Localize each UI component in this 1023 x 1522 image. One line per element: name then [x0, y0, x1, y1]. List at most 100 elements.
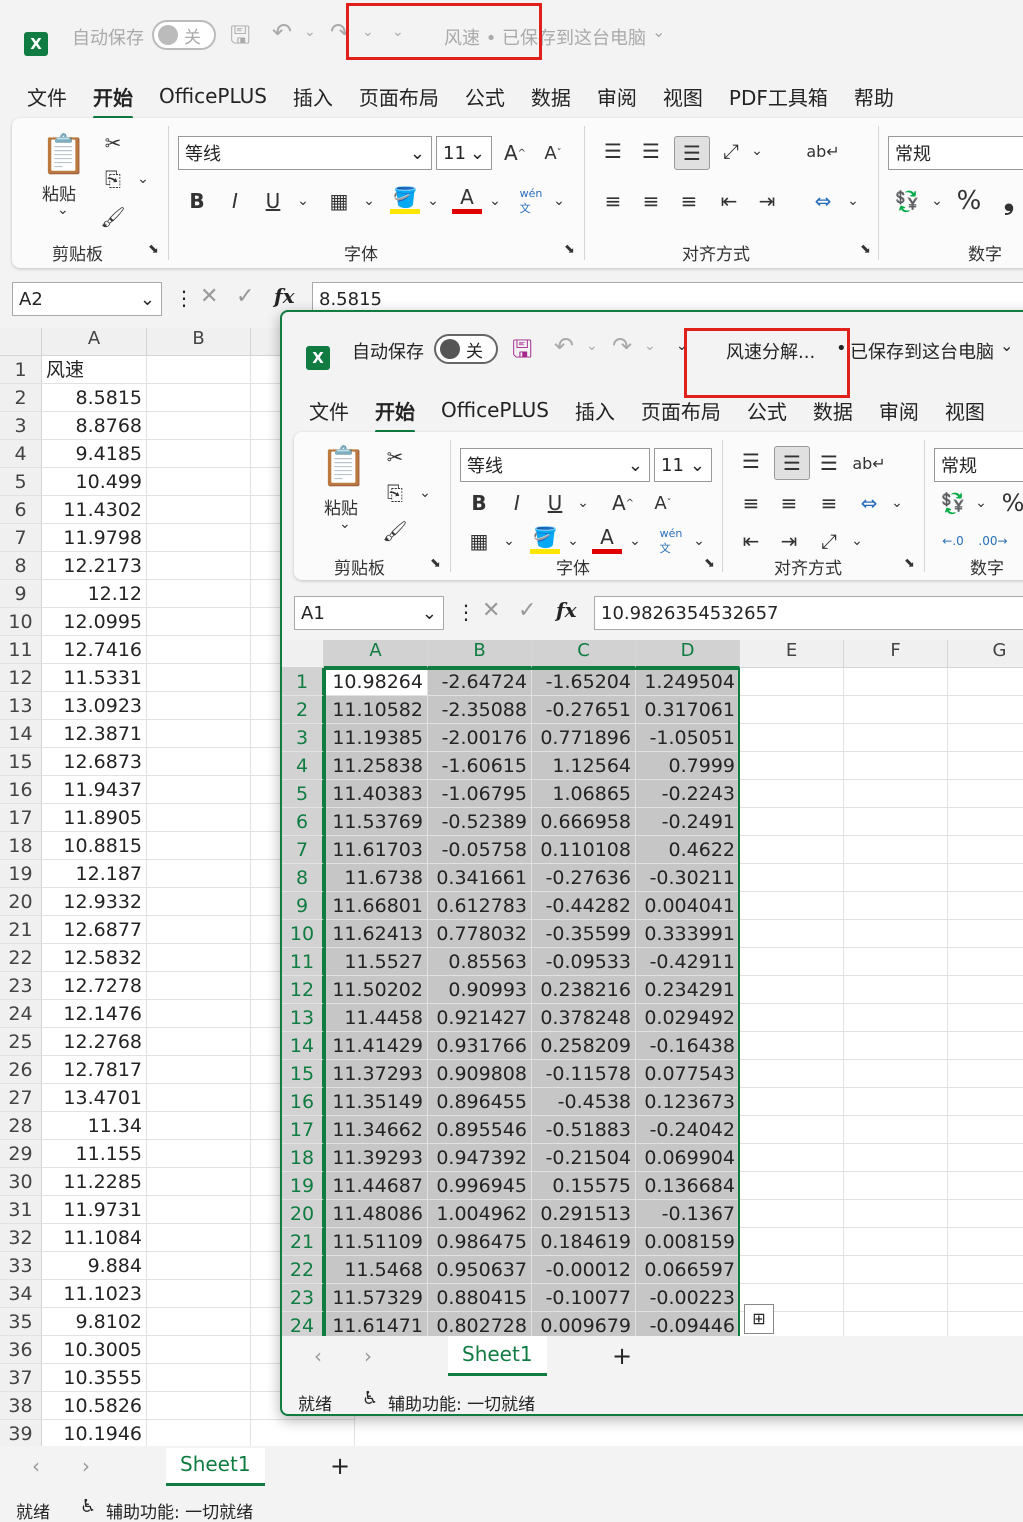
column-header-c[interactable]: C: [532, 640, 636, 668]
empty-cell[interactable]: [948, 1284, 1023, 1312]
customize-qat-icon[interactable]: ⌄: [676, 338, 688, 354]
empty-cell[interactable]: [740, 668, 844, 696]
table-cell[interactable]: 12.6877: [42, 916, 147, 944]
empty-cell[interactable]: [948, 780, 1023, 808]
phonetic-icon[interactable]: wén 文: [516, 186, 546, 216]
empty-cell[interactable]: [147, 748, 251, 776]
table-cell[interactable]: 8.5815: [42, 384, 147, 412]
empty-cell[interactable]: [740, 752, 844, 780]
table-cell[interactable]: 10.1946: [42, 1420, 147, 1446]
front-name-box[interactable]: A1 ⌄: [294, 596, 444, 630]
fill-color-dropdown-icon[interactable]: ⌄: [558, 526, 588, 556]
empty-cell[interactable]: [740, 1200, 844, 1228]
table-cell[interactable]: 12.187: [42, 860, 147, 888]
table-cell[interactable]: 11.9731: [42, 1196, 147, 1224]
merge-center-icon[interactable]: ⇔: [854, 488, 884, 518]
row-header[interactable]: 10: [0, 608, 42, 636]
increase-decimal-icon[interactable]: ←.0: [938, 526, 968, 556]
row-header[interactable]: 23: [0, 972, 42, 1000]
empty-cell[interactable]: [147, 496, 251, 524]
number-format-select[interactable]: 常规: [934, 448, 1023, 482]
align-center-icon[interactable]: ≡: [636, 186, 666, 216]
column-header-d[interactable]: D: [636, 640, 740, 668]
row-header[interactable]: 21: [282, 1228, 324, 1256]
row-header[interactable]: 8: [282, 864, 324, 892]
empty-cell[interactable]: [147, 1112, 251, 1140]
table-cell[interactable]: 11.9437: [42, 776, 147, 804]
table-cell[interactable]: 11.4302: [42, 496, 147, 524]
redo-dropdown-icon[interactable]: ⌄: [644, 338, 656, 354]
document-title[interactable]: 风速分解...: [726, 338, 815, 364]
row-header[interactable]: 1: [0, 356, 42, 384]
sheet-tab-sheet1[interactable]: Sheet1: [166, 1448, 265, 1486]
undo-dropdown-icon[interactable]: ⌄: [304, 24, 316, 40]
empty-cell[interactable]: [147, 916, 251, 944]
front-formula-bar[interactable]: 10.9826354532657: [594, 596, 1023, 630]
table-cell[interactable]: 11.8905: [42, 804, 147, 832]
align-left-icon[interactable]: ≡: [736, 488, 766, 518]
row-header[interactable]: 28: [0, 1112, 42, 1140]
autosave-toggle[interactable]: 关: [152, 20, 216, 50]
select-all-corner[interactable]: [282, 640, 324, 668]
column-header-a[interactable]: A: [42, 328, 147, 356]
empty-cell[interactable]: [844, 1256, 948, 1284]
empty-cell[interactable]: [740, 1060, 844, 1088]
row-header[interactable]: 39: [0, 1420, 42, 1446]
table-cell[interactable]: 10.3555: [42, 1364, 147, 1392]
align-center-icon[interactable]: ≡: [774, 488, 804, 518]
row-header[interactable]: 15: [0, 748, 42, 776]
merge-dropdown-icon[interactable]: ⌄: [882, 488, 912, 518]
paste-icon[interactable]: 📋: [40, 130, 88, 178]
empty-cell[interactable]: [844, 1312, 948, 1336]
table-cell[interactable]: 9.8102: [42, 1308, 147, 1336]
empty-cell[interactable]: [948, 892, 1023, 920]
empty-cell[interactable]: [147, 664, 251, 692]
row-header[interactable]: 18: [0, 832, 42, 860]
table-cell[interactable]: 13.4701: [42, 1084, 147, 1112]
align-right-icon[interactable]: ≡: [814, 488, 844, 518]
empty-cell[interactable]: [147, 860, 251, 888]
column-header-e[interactable]: E: [740, 640, 844, 668]
table-cell[interactable]: 10.8815: [42, 832, 147, 860]
empty-cell[interactable]: [147, 692, 251, 720]
empty-cell[interactable]: [844, 948, 948, 976]
column-header-b[interactable]: B: [428, 640, 532, 668]
empty-cell[interactable]: [844, 1060, 948, 1088]
empty-cell[interactable]: [740, 920, 844, 948]
row-header[interactable]: 16: [0, 776, 42, 804]
bold-icon[interactable]: B: [464, 488, 494, 518]
menu-page-layout[interactable]: 页面布局: [346, 82, 452, 111]
empty-cell[interactable]: [740, 780, 844, 808]
row-header[interactable]: 9: [282, 892, 324, 920]
copy-icon[interactable]: ⎘: [98, 164, 128, 194]
menu-officeplus[interactable]: OfficePLUS: [146, 84, 280, 108]
decrease-font-icon[interactable]: Aˇ: [538, 138, 568, 168]
phonetic-dropdown-icon[interactable]: ⌄: [544, 186, 574, 216]
empty-cell[interactable]: [147, 580, 251, 608]
row-header[interactable]: 27: [0, 1084, 42, 1112]
empty-cell[interactable]: [147, 636, 251, 664]
row-header[interactable]: 31: [0, 1196, 42, 1224]
empty-cell[interactable]: [948, 976, 1023, 1004]
title-dropdown-icon[interactable]: ⌄: [652, 22, 665, 41]
align-top-icon[interactable]: ☰: [736, 446, 766, 476]
borders-dropdown-icon[interactable]: ⌄: [354, 186, 384, 216]
confirm-entry-icon[interactable]: ✓: [518, 598, 536, 623]
row-header[interactable]: 11: [0, 636, 42, 664]
empty-cell[interactable]: [844, 1088, 948, 1116]
align-bottom-icon[interactable]: ☰: [674, 136, 710, 170]
comma-style-icon[interactable]: ❟: [994, 186, 1023, 216]
table-cell[interactable]: 10.3005: [42, 1336, 147, 1364]
empty-cell[interactable]: [147, 524, 251, 552]
font-color-icon[interactable]: A: [452, 184, 482, 214]
empty-cell[interactable]: [147, 720, 251, 748]
row-header[interactable]: 6: [282, 808, 324, 836]
empty-cell[interactable]: [948, 668, 1023, 696]
table-cell[interactable]: 8.8768: [42, 412, 147, 440]
empty-cell[interactable]: [948, 1256, 1023, 1284]
font-size-select[interactable]: 11 ⌄: [654, 448, 712, 482]
cut-icon[interactable]: ✂: [380, 442, 410, 472]
table-cell[interactable]: 11.9798: [42, 524, 147, 552]
empty-cell[interactable]: [948, 1228, 1023, 1256]
redo-dropdown-icon[interactable]: ⌄: [362, 24, 374, 40]
